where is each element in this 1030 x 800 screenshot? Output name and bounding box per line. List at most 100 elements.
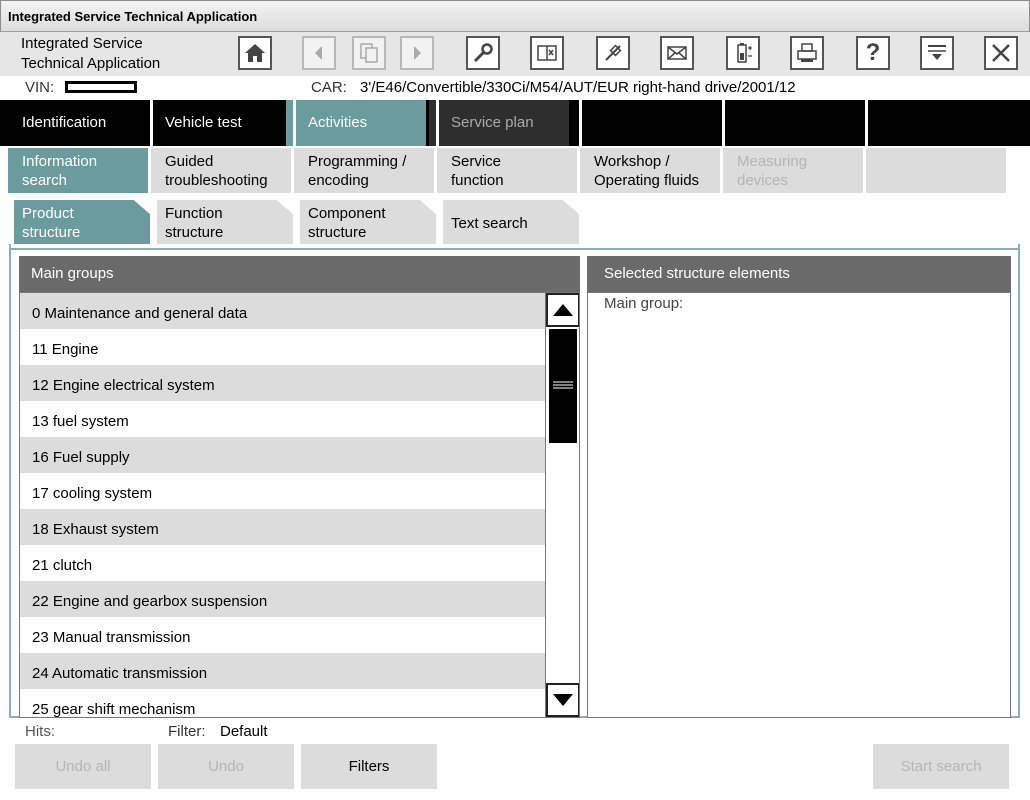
list-item[interactable]: 23 Manual transmission [20, 617, 545, 653]
list-item[interactable]: 13 fuel system [20, 401, 545, 437]
subnav-label: Workshop / [594, 153, 670, 170]
mail-icon [667, 46, 687, 60]
list-item[interactable]: 25 gear shift mechanism [20, 689, 545, 718]
tab-label: Product [22, 205, 74, 222]
nav-vehicle-test-label: Vehicle test [165, 114, 242, 131]
undo-all-label: Undo all [55, 758, 111, 775]
filters-button[interactable]: Filters [301, 744, 437, 789]
wrench-icon [473, 43, 493, 63]
subnav-measuring-devices[interactable]: Measuring devices [723, 148, 863, 193]
subnav-label: encoding [308, 172, 369, 189]
list-item-label: 11 Engine [32, 341, 99, 358]
help-button[interactable]: ? [856, 36, 890, 70]
filter-label: Filter: [168, 723, 206, 740]
list-item-label: 24 Automatic transmission [32, 665, 208, 682]
copy-button[interactable] [352, 36, 386, 70]
subnav-label: troubleshooting [165, 172, 268, 189]
subnav-label: Measuring [737, 153, 808, 170]
menu-down-button[interactable] [920, 36, 954, 70]
undo-all-button[interactable]: Undo all [15, 744, 151, 789]
nav-empty-slot [858, 100, 998, 146]
printer-button[interactable] [790, 36, 824, 70]
close-button[interactable] [984, 36, 1018, 70]
back-button[interactable] [302, 36, 336, 70]
list-item[interactable]: 0 Maintenance and general data [20, 293, 545, 329]
forward-button[interactable] [400, 36, 434, 70]
tab-component-structure[interactable]: Component structure [300, 200, 436, 244]
scroll-thumb[interactable] [549, 329, 577, 443]
undo-label: Undo [208, 758, 244, 775]
vehicle-info-row: VIN: CAR: 3'/E46/Convertible/330Ci/M54/A… [0, 76, 1030, 100]
tab-label: structure [165, 224, 224, 241]
tab-label: Text search [451, 215, 528, 232]
scroll-down-button[interactable] [546, 683, 579, 717]
subnav-label: Operating fluids [594, 172, 700, 189]
nav-service-plan[interactable]: Service plan [429, 100, 569, 146]
mail-button[interactable] [660, 36, 694, 70]
book-button[interactable] [530, 36, 564, 70]
tab-product-structure[interactable]: Product structure [14, 200, 150, 244]
list-item[interactable]: 17 cooling system [20, 473, 545, 509]
nav-separator [579, 100, 582, 146]
list-item[interactable]: 22 Engine and gearbox suspension [20, 581, 545, 617]
tab-label: Function [165, 205, 223, 222]
subnav-label: search [22, 172, 68, 189]
subnav-label: Programming / [308, 153, 407, 170]
menu-down-icon [928, 45, 946, 60]
subnav-service-function[interactable]: Service function [437, 148, 577, 193]
nav-service-plan-label: Service plan [451, 114, 534, 131]
nav-identification-label: Identification [22, 114, 107, 131]
battery-button[interactable] [726, 36, 760, 70]
tab-function-structure[interactable]: Function structure [157, 200, 293, 244]
selected-elements-panel: Main group: [587, 292, 1011, 718]
main-groups-list[interactable]: 0 Maintenance and general data 11 Engine… [19, 292, 580, 718]
list-item[interactable]: 16 Fuel supply [20, 437, 545, 473]
list-item[interactable]: 21 clutch [20, 545, 545, 581]
list-item-label: 18 Exhaust system [32, 521, 159, 538]
list-scrollbar[interactable] [545, 293, 579, 717]
arrow-up-icon [553, 304, 573, 316]
nav-vehicle-test[interactable]: Vehicle test [143, 100, 283, 146]
list-item[interactable]: 11 Engine [20, 329, 545, 365]
nav-identification[interactable]: Identification [0, 100, 140, 146]
printer-icon [797, 43, 817, 62]
connector-button[interactable] [596, 36, 630, 70]
tab-label: structure [308, 224, 367, 241]
grip-icon [553, 381, 573, 389]
list-item[interactable]: 24 Automatic transmission [20, 653, 545, 689]
forward-icon [414, 46, 421, 60]
nav-separator [722, 100, 725, 146]
nav-empty-slot [715, 100, 855, 146]
undo-button[interactable]: Undo [158, 744, 294, 789]
copy-icon [360, 43, 378, 63]
list-item[interactable]: 12 Engine electrical system [20, 365, 545, 401]
main-navigation: Identification Vehicle test Activities S… [0, 100, 1030, 146]
hits-label: Hits: [25, 723, 55, 740]
selected-elements-header: Selected structure elements [587, 256, 1011, 292]
list-item[interactable]: 18 Exhaust system [20, 509, 545, 545]
list-item-label: 0 Maintenance and general data [32, 305, 248, 322]
start-search-button[interactable]: Start search [873, 744, 1009, 789]
nav-separator [150, 100, 153, 146]
nav-separator [293, 100, 296, 146]
app-title-line1: Integrated Service [21, 35, 143, 52]
car-value: 3'/E46/Convertible/330Ci/M54/AUT/EUR rig… [360, 79, 796, 96]
wrench-button[interactable] [466, 36, 500, 70]
nav-activities[interactable]: Activities [286, 100, 426, 146]
vin-label: VIN: [25, 79, 55, 96]
nav-separator [865, 100, 868, 146]
subnav-workshop-operating-fluids[interactable]: Workshop / Operating fluids [580, 148, 720, 193]
subnav-guided-troubleshooting[interactable]: Guided troubleshooting [151, 148, 291, 193]
content-frame-top-border [9, 248, 1020, 250]
list-item-label: 17 cooling system [32, 485, 153, 502]
subnav-information-search[interactable]: Information search [8, 148, 148, 193]
list-item-label: 25 gear shift mechanism [32, 701, 196, 718]
subnav-label: function [451, 172, 504, 189]
tab-label: structure [22, 224, 81, 241]
subnav-programming-encoding[interactable]: Programming / encoding [294, 148, 434, 193]
scroll-up-button[interactable] [546, 293, 579, 327]
main-group-label: Main group: [604, 295, 684, 312]
home-button[interactable] [238, 36, 272, 70]
battery-icon [737, 43, 752, 63]
tab-text-search[interactable]: Text search [443, 200, 579, 244]
